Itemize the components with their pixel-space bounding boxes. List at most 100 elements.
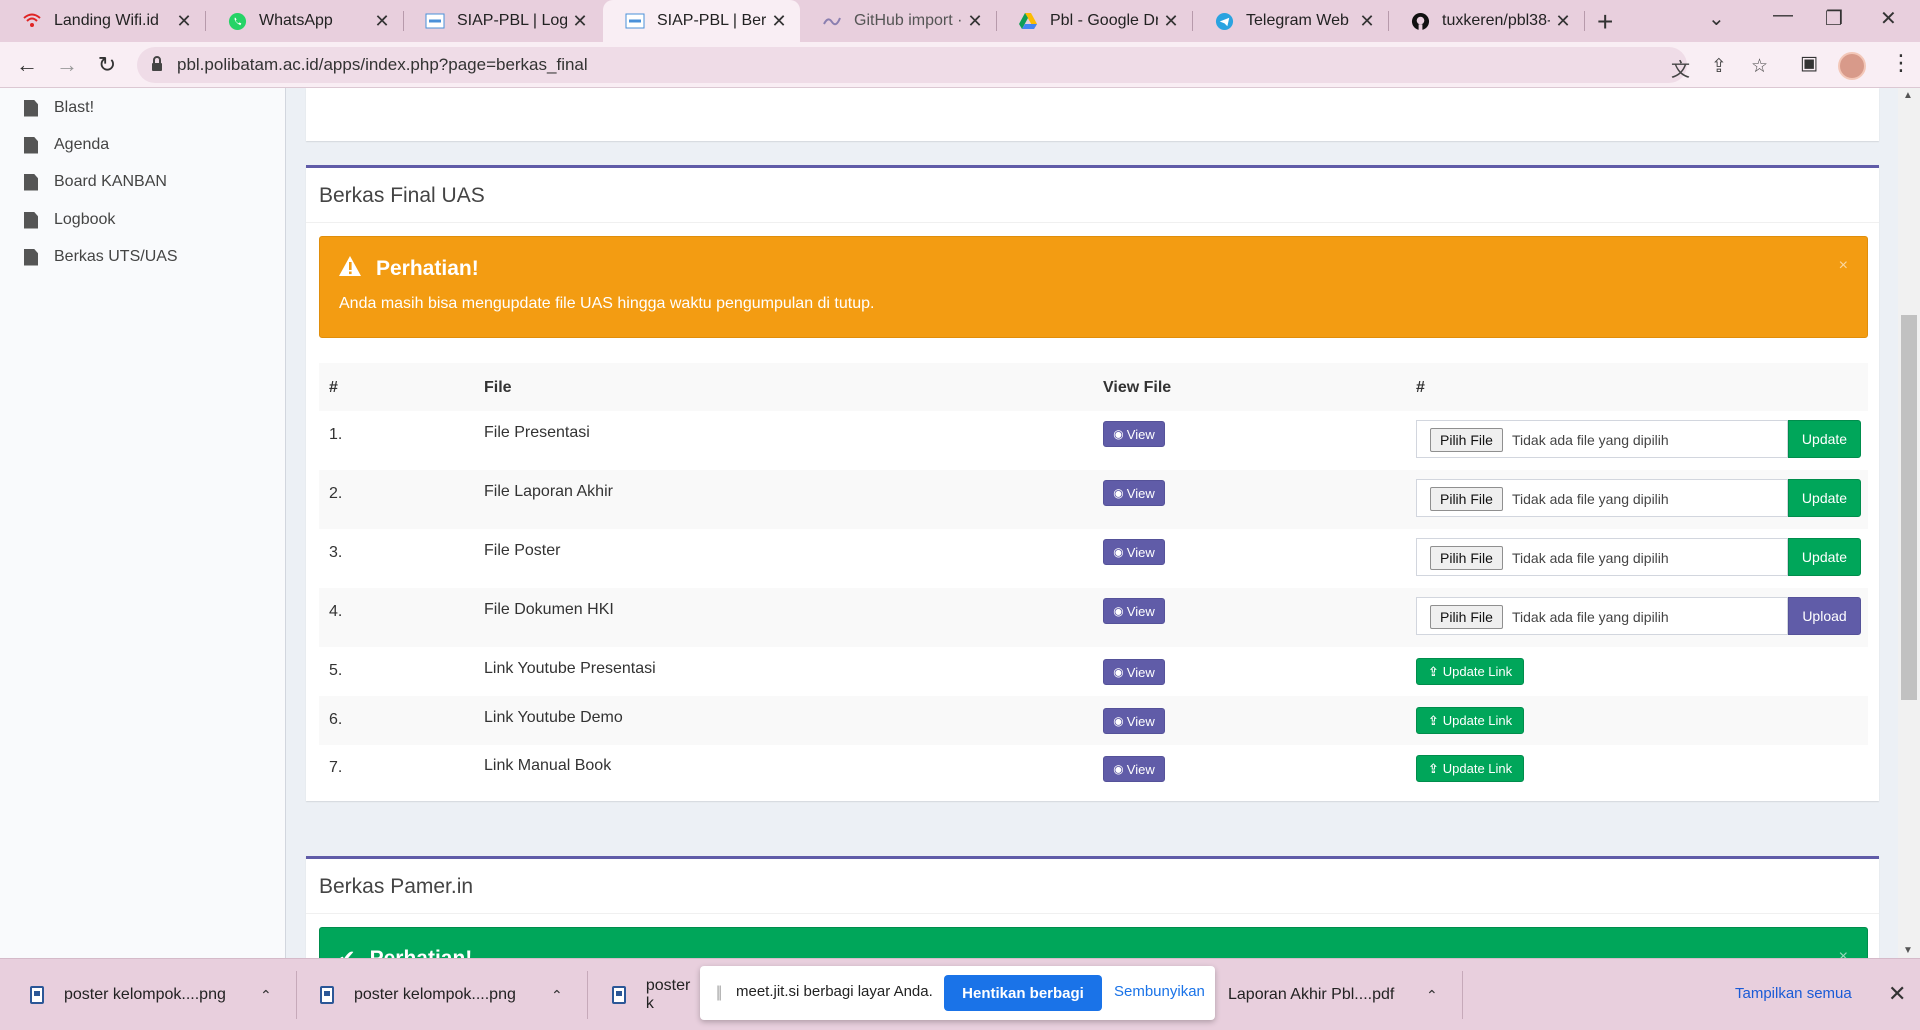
file-input[interactable]: Pilih File Tidak ada file yang dipilih — [1416, 479, 1788, 517]
warning-icon — [338, 255, 362, 283]
alert-close-icon[interactable]: × — [1839, 257, 1848, 275]
scrollbar-thumb[interactable] — [1901, 315, 1917, 700]
download-item[interactable]: poster kelompok....png ⌃ — [320, 959, 572, 1030]
view-button[interactable]: ◉ View — [1103, 756, 1165, 782]
github-icon — [1410, 11, 1430, 31]
file-icon — [24, 248, 38, 266]
update-button[interactable]: Update — [1788, 479, 1861, 517]
file-icon — [24, 99, 38, 117]
tab-title: Pbl - Google Drive — [1050, 12, 1158, 29]
upload-icon: ⇪ — [1427, 760, 1439, 776]
sidebar-item-berkas-uts-uas[interactable]: Berkas UTS/UAS — [24, 244, 178, 270]
side-panel-icon[interactable]: ▣ — [1800, 52, 1818, 75]
view-button[interactable]: ◉ View — [1103, 421, 1165, 447]
file-input[interactable]: Pilih File Tidak ada file yang dipilih — [1416, 597, 1788, 635]
view-label: View — [1126, 664, 1155, 680]
view-button[interactable]: ◉ View — [1103, 480, 1165, 506]
alert-close-icon[interactable]: × — [1839, 948, 1848, 958]
eye-icon: ◉ — [1113, 665, 1124, 679]
close-tab-icon[interactable]: ✕ — [369, 11, 395, 32]
close-download-bar-icon[interactable]: ✕ — [1888, 981, 1906, 1007]
close-tab-icon[interactable]: ✕ — [1550, 11, 1576, 32]
close-tab-icon[interactable]: ✕ — [1158, 11, 1184, 32]
download-item[interactable]: Laporan Akhir Pbl....pdf ⌃ — [1228, 959, 1438, 1030]
update-link-button[interactable]: ⇪ Update Link — [1416, 755, 1524, 782]
scroll-down-icon[interactable]: ▼ — [1903, 945, 1913, 956]
tab-google-drive[interactable]: Pbl - Google Drive ✕ — [996, 0, 1193, 42]
update-link-button[interactable]: ⇪ Update Link — [1416, 707, 1524, 734]
chevron-up-icon[interactable]: ⌃ — [1426, 987, 1438, 1004]
bookmark-star-icon[interactable]: ☆ — [1751, 55, 1768, 78]
file-input[interactable]: Pilih File Tidak ada file yang dipilih — [1416, 538, 1788, 576]
choose-file-button[interactable]: Pilih File — [1430, 487, 1503, 511]
close-tab-icon[interactable]: ✕ — [962, 11, 988, 32]
tab-title: tuxkeren/pbl38-a — [1442, 12, 1550, 29]
choose-file-button[interactable]: Pilih File — [1430, 546, 1503, 570]
page-scrollbar[interactable]: ▲ ▼ — [1898, 88, 1920, 958]
sidebar-item-blast[interactable]: Blast! — [24, 95, 94, 121]
chevron-up-icon[interactable]: ⌃ — [551, 987, 563, 1004]
close-tab-icon[interactable]: ✕ — [766, 11, 792, 32]
hide-banner-button[interactable]: Sembunyikan — [1114, 983, 1205, 1000]
lock-icon[interactable] — [151, 56, 163, 77]
tab-siap-pbl-login[interactable]: SIAP-PBL | Log in ✕ — [403, 0, 601, 42]
sidebar-item-agenda[interactable]: Agenda — [24, 132, 109, 158]
choose-file-button[interactable]: Pilih File — [1430, 605, 1503, 629]
scroll-up-icon[interactable]: ▲ — [1903, 90, 1913, 101]
upload-icon: ⇪ — [1427, 712, 1439, 728]
reload-icon[interactable]: ↻ — [92, 50, 122, 80]
view-button[interactable]: ◉ View — [1103, 539, 1165, 565]
translate-icon[interactable]: 文 — [1671, 55, 1690, 82]
update-button[interactable]: Update — [1788, 538, 1861, 576]
tab-whatsapp[interactable]: WhatsApp ✕ — [205, 0, 404, 42]
tab-telegram[interactable]: Telegram Web ✕ — [1192, 0, 1389, 42]
tab-title: SIAP-PBL | Berkas — [657, 12, 766, 29]
table-row: 2. File Laporan Akhir ◉ View Pilih File T… — [319, 470, 1868, 529]
table-row: 5. Link Youtube Presentasi ◉ View ⇪ Update… — [319, 647, 1868, 696]
update-button[interactable]: Update — [1788, 420, 1861, 458]
row-number: 2. — [329, 485, 343, 502]
close-tab-icon[interactable]: ✕ — [171, 11, 197, 32]
sidebar-item-board-kanban[interactable]: Board KANBAN — [24, 169, 167, 195]
view-button[interactable]: ◉ View — [1103, 598, 1165, 624]
check-icon: ✔ — [338, 946, 356, 958]
show-all-downloads-link[interactable]: Tampilkan semua — [1735, 985, 1852, 1002]
download-item[interactable]: poster k — [612, 959, 702, 1030]
download-file-name: poster k — [645, 977, 691, 1012]
tab-search-chevron-icon[interactable]: ⌄ — [1708, 6, 1725, 31]
download-item[interactable]: poster kelompok....png ⌃ — [30, 959, 282, 1030]
update-link-button[interactable]: ⇪ Update Link — [1416, 658, 1524, 685]
tab-landing-wifi[interactable]: Landing Wifi.id ✕ — [0, 0, 206, 42]
back-icon[interactable]: ← — [12, 50, 42, 80]
tab-siap-pbl-berkas[interactable]: SIAP-PBL | Berkas ✕ — [603, 0, 800, 42]
close-tab-icon[interactable]: ✕ — [1354, 11, 1380, 32]
upload-button[interactable]: Upload — [1788, 597, 1861, 635]
address-url[interactable]: pbl.polibatam.ac.id/apps/index.php?page=… — [177, 55, 588, 75]
row-file-name: File Presentasi — [484, 424, 590, 441]
share-banner-text: meet.jit.si berbagi layar Anda. — [736, 983, 933, 1000]
no-file-text: Tidak ada file yang dipilih — [1512, 432, 1669, 448]
tab-github-import[interactable]: GitHub import · C ✕ — [800, 0, 997, 42]
forward-icon[interactable]: → — [52, 50, 82, 80]
sidebar-item-logbook[interactable]: Logbook — [24, 207, 115, 233]
browser-menu-icon[interactable]: ⋮ — [1890, 50, 1912, 76]
chevron-up-icon[interactable]: ⌃ — [260, 987, 272, 1004]
view-button[interactable]: ◉ View — [1103, 659, 1165, 685]
drag-handle-icon[interactable]: || — [716, 984, 722, 1002]
close-window-icon[interactable]: ✕ — [1880, 6, 1897, 31]
tab-github-repo[interactable]: tuxkeren/pbl38-a ✕ — [1388, 0, 1585, 42]
restore-icon[interactable]: ❐ — [1825, 6, 1843, 31]
share-icon[interactable]: ⇪ — [1711, 55, 1727, 78]
profile-avatar[interactable] — [1838, 52, 1866, 80]
no-file-text: Tidak ada file yang dipilih — [1512, 609, 1669, 625]
download-file-name: Laporan Akhir Pbl....pdf — [1228, 986, 1395, 1003]
choose-file-button[interactable]: Pilih File — [1430, 428, 1503, 452]
close-tab-icon[interactable]: ✕ — [567, 11, 593, 32]
stop-sharing-button[interactable]: Hentikan berbagi — [944, 975, 1102, 1011]
file-input[interactable]: Pilih File Tidak ada file yang dipilih — [1416, 420, 1788, 458]
view-button[interactable]: ◉ View — [1103, 708, 1165, 734]
google-drive-icon — [1018, 11, 1038, 31]
minimize-icon[interactable]: — — [1773, 4, 1793, 27]
address-bar[interactable]: pbl.polibatam.ac.id/apps/index.php?page=… — [137, 47, 1768, 83]
new-tab-button[interactable]: + — [1597, 6, 1613, 38]
